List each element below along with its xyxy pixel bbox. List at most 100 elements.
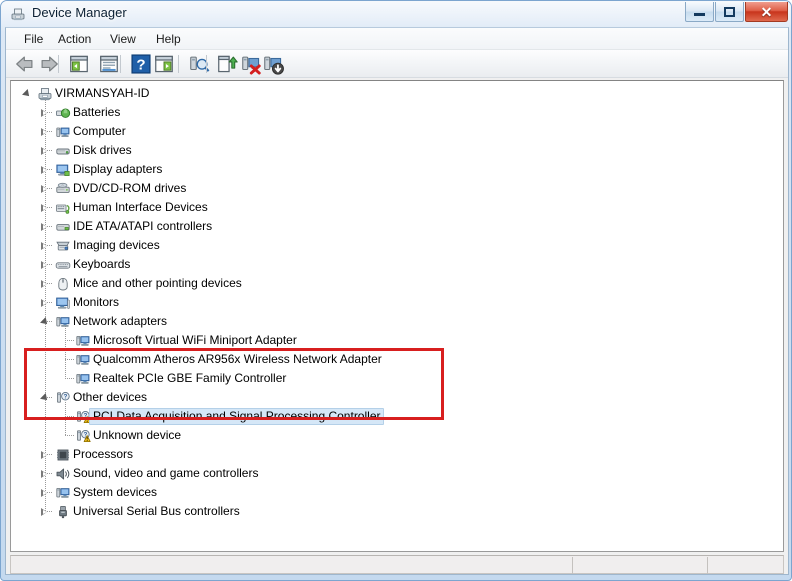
collapse-arrow-icon[interactable] (22, 89, 32, 99)
expand-arrow-icon[interactable] (41, 451, 50, 460)
tree-item[interactable]: ? PCI Data Acquisition and Signal Process… (11, 407, 783, 426)
battery-icon (55, 105, 71, 121)
expand-arrow-icon[interactable] (41, 147, 50, 156)
menu-item-file[interactable]: File (18, 31, 49, 47)
tree-item[interactable]: Universal Serial Bus controllers (11, 502, 783, 521)
disk-drive-icon (55, 143, 71, 159)
tree-item-label: VIRMANSYAH-ID (55, 86, 150, 100)
menu-item-help[interactable]: Help (150, 31, 187, 47)
tree-item[interactable]: Keyboards (11, 255, 783, 274)
tree-item[interactable]: Sound, video and game controllers (11, 464, 783, 483)
tree-item[interactable]: Computer (11, 122, 783, 141)
tree-item-label: Network adapters (73, 314, 168, 328)
expand-arrow-icon[interactable] (41, 166, 50, 175)
tree-item[interactable]: Batteries (11, 103, 783, 122)
close-icon: ✕ (760, 3, 773, 20)
system-device-icon (55, 485, 71, 501)
uninstall-device[interactable] (240, 53, 262, 75)
expand-arrow-icon[interactable] (41, 204, 50, 213)
tree-item[interactable]: ? Other devices (11, 388, 783, 407)
expand-arrow-icon[interactable] (41, 489, 50, 498)
computer-icon (55, 124, 71, 140)
tree-connector-tick (65, 416, 75, 417)
tree-item-label: System devices (73, 485, 158, 499)
tree-item-label: Imaging devices (73, 238, 160, 252)
dvd-drive-icon (55, 181, 71, 197)
expand-arrow-icon[interactable] (41, 223, 50, 232)
mouse-icon (55, 276, 71, 292)
tree-item-label: PCI Data Acquisition and Signal Processi… (89, 408, 385, 425)
tree-item[interactable]: Processors (11, 445, 783, 464)
tree-item[interactable]: Human Interface Devices (11, 198, 783, 217)
svg-text:?: ? (136, 57, 145, 74)
show-hide-action-pane[interactable] (153, 53, 175, 75)
tree-item[interactable]: System devices (11, 483, 783, 502)
update-driver-button[interactable] (216, 53, 238, 75)
tree-item[interactable]: Imaging devices (11, 236, 783, 255)
tree-item-label: Sound, video and game controllers (73, 466, 259, 480)
show-hide-console-tree[interactable] (68, 53, 90, 75)
tree-item-label: Processors (73, 447, 134, 461)
properties-icon (98, 55, 120, 79)
help-button[interactable]: ? (130, 53, 152, 75)
window-title: Device Manager (32, 5, 127, 20)
warning-badge-icon: ? (75, 428, 91, 444)
expand-arrow-icon[interactable] (41, 128, 50, 137)
tree-item-label: Unknown device (93, 428, 182, 442)
expand-arrow-icon[interactable] (41, 109, 50, 118)
device-manager-window: Device Manager ✕ File Action View Help ? VI… (0, 0, 792, 581)
tree-item[interactable]: ? Unknown device (11, 426, 783, 445)
title-bar[interactable]: Device Manager ✕ (1, 1, 792, 27)
collapse-arrow-icon[interactable] (40, 393, 50, 403)
tree-item[interactable]: VIRMANSYAH-ID (11, 84, 783, 103)
tree-item[interactable]: Microsoft Virtual WiFi Miniport Adapter (11, 331, 783, 350)
tree-item[interactable]: Network adapters (11, 312, 783, 331)
disable-device[interactable] (262, 53, 284, 75)
device-tree[interactable]: VIRMANSYAH-ID Batteries Computer Disk drive… (10, 80, 784, 552)
tree-item[interactable]: IDE ATA/ATAPI controllers (11, 217, 783, 236)
tree-item[interactable]: DVD/CD-ROM drives (11, 179, 783, 198)
monitor-icon (55, 295, 71, 311)
close-button[interactable]: ✕ (745, 2, 788, 22)
expand-arrow-icon[interactable] (41, 185, 50, 194)
network-adapter-icon (55, 314, 71, 330)
expand-arrow-icon[interactable] (41, 470, 50, 479)
toolbar-separator-0 (58, 55, 59, 73)
computer-root-icon (37, 86, 53, 102)
tree-item[interactable]: Monitors (11, 293, 783, 312)
hid-icon (55, 200, 71, 216)
minimize-icon (686, 2, 713, 21)
tree-item[interactable]: Mice and other pointing devices (11, 274, 783, 293)
minimize-button[interactable] (685, 2, 714, 22)
disable-device-icon (262, 56, 284, 79)
toolbar-separator-2 (178, 55, 179, 73)
menu-item-action[interactable]: Action (52, 31, 97, 47)
tree-item[interactable]: Realtek PCIe GBE Family Controller (11, 369, 783, 388)
tree-item-label: Realtek PCIe GBE Family Controller (93, 371, 287, 385)
forward-button[interactable] (38, 53, 60, 75)
arrow-right-icon (38, 56, 60, 79)
tree-item[interactable]: Qualcomm Atheros AR956x Wireless Network… (11, 350, 783, 369)
expand-arrow-icon[interactable] (41, 299, 50, 308)
client-area: File Action View Help ? VIRMANSYAH-ID Batter… (5, 27, 789, 575)
expand-arrow-icon[interactable] (41, 261, 50, 270)
expand-arrow-icon[interactable] (41, 242, 50, 251)
network-adapter-icon (75, 333, 91, 349)
tree-item-label: Human Interface Devices (73, 200, 208, 214)
tree-item-label: Universal Serial Bus controllers (73, 504, 240, 518)
status-bar (10, 555, 784, 574)
expand-arrow-icon[interactable] (41, 508, 50, 517)
maximize-button[interactable] (715, 2, 744, 22)
tree-item[interactable]: Disk drives (11, 141, 783, 160)
tree-item-label: Microsoft Virtual WiFi Miniport Adapter (93, 333, 297, 347)
properties-button[interactable] (98, 53, 120, 75)
collapse-arrow-icon[interactable] (40, 317, 50, 327)
back-button[interactable] (14, 53, 36, 75)
svg-text:?: ? (64, 395, 68, 401)
expand-arrow-icon[interactable] (41, 280, 50, 289)
usb-icon (55, 504, 71, 520)
menu-item-view[interactable]: View (104, 31, 142, 47)
device-manager-icon (10, 6, 26, 22)
tree-item[interactable]: Display adapters (11, 160, 783, 179)
status-bar-divider-1 (707, 557, 708, 574)
